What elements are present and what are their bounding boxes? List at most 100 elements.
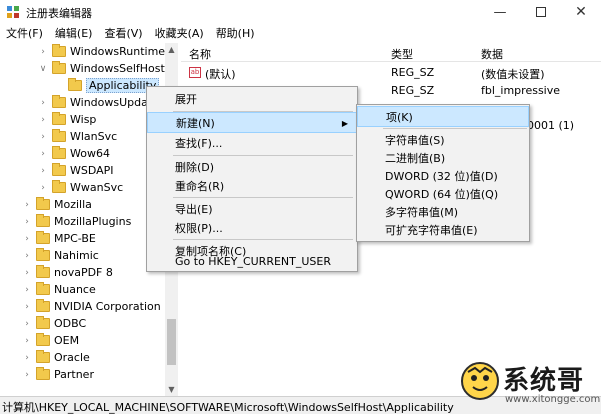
folder-icon (36, 350, 50, 363)
menu-file[interactable]: 文件(F) (0, 24, 49, 43)
tree-item[interactable]: ∨ WindowsSelfHost (0, 61, 177, 78)
tree-item-label: NVIDIA Corporation (54, 300, 161, 313)
tree-item-label: novaPDF 8 (54, 266, 113, 279)
folder-icon (36, 214, 50, 227)
expand-right-icon[interactable]: › (38, 98, 48, 108)
folder-icon (52, 180, 66, 193)
tree-item-label: ODBC (54, 317, 87, 330)
expand-right-icon[interactable]: › (22, 285, 32, 295)
new-submenu: 项(K) 字符串值(S) 二进制值(B) DWORD (32 位)值(D) QW… (356, 104, 530, 242)
close-button[interactable]: ✕ (561, 0, 601, 24)
value-data: 0001 (1) (527, 119, 575, 132)
expand-right-icon[interactable]: › (22, 200, 32, 210)
menu-separator (383, 128, 527, 129)
expand-right-icon[interactable]: › (22, 268, 32, 278)
ctx-rename[interactable]: 重命名(R) (147, 176, 357, 197)
ctx-new[interactable]: 新建(N) ▶ (147, 112, 357, 133)
expand-right-icon[interactable]: › (22, 251, 32, 261)
ctx-goto-hkcu[interactable]: Go to HKEY_CURRENT_USER (147, 252, 357, 272)
folder-icon (52, 146, 66, 159)
value-data: fbl_impressive (481, 84, 561, 97)
expand-right-icon[interactable]: › (38, 149, 48, 159)
tree-item[interactable]: › NVIDIA Corporation (0, 299, 177, 316)
expand-right-icon[interactable]: › (38, 183, 48, 193)
menu-edit[interactable]: 编辑(E) (49, 24, 99, 43)
scroll-thumb[interactable] (167, 319, 176, 365)
folder-icon (52, 95, 66, 108)
folder-icon (52, 61, 66, 74)
folder-icon (52, 44, 66, 57)
close-icon: ✕ (575, 4, 587, 20)
context-menu: 展开 新建(N) ▶ 查找(F)... 删除(D) 重命名(R) 导出(E) 权限… (146, 86, 358, 272)
expand-right-icon[interactable]: › (38, 115, 48, 125)
tree-item-label: WindowsRuntime (70, 45, 166, 58)
expand-down-icon[interactable]: ∨ (38, 64, 48, 74)
list-header: 名称 类型 数据 (181, 43, 601, 62)
column-header-type[interactable]: 类型 (391, 46, 413, 62)
tree-item-label: Wisp (70, 113, 97, 126)
expand-right-icon[interactable]: › (22, 217, 32, 227)
new-expandable-string-value[interactable]: 可扩充字符串值(E) (357, 220, 529, 241)
tree-item[interactable]: › WindowsRuntime (0, 44, 177, 61)
column-header-data[interactable]: 数据 (481, 46, 503, 62)
expand-right-icon[interactable]: › (38, 166, 48, 176)
value-data: (数值未设置) (481, 68, 545, 81)
tree-item[interactable]: › Partner (0, 367, 177, 384)
tree-item[interactable]: › ODBC (0, 316, 177, 333)
ctx-permissions[interactable]: 权限(P)... (147, 218, 357, 239)
expand-right-icon[interactable]: › (22, 336, 32, 346)
menu-favorites[interactable]: 收藏夹(A) (149, 24, 210, 43)
expand-right-icon[interactable]: › (22, 302, 32, 312)
minimize-icon: — (493, 4, 507, 20)
scroll-down-arrow-icon[interactable]: ▼ (165, 383, 178, 396)
folder-icon (36, 248, 50, 261)
folder-icon (36, 316, 50, 329)
tree-item-label: Mozilla (54, 198, 92, 211)
tree-item-label: MPC-BE (54, 232, 96, 245)
tree-item[interactable]: › Nuance (0, 282, 177, 299)
ctx-expand[interactable]: 展开 (147, 89, 357, 110)
expand-right-icon[interactable]: › (22, 319, 32, 329)
tree-item[interactable]: › Oracle (0, 350, 177, 367)
tree-item-label: OEM (54, 334, 80, 347)
ctx-delete[interactable]: 删除(D) (147, 157, 357, 178)
value-name: (默认) (205, 68, 236, 81)
regedit-app-icon (6, 5, 20, 19)
expand-right-icon[interactable]: › (22, 234, 32, 244)
folder-icon (36, 367, 50, 380)
folder-icon (36, 231, 50, 244)
column-header-name[interactable]: 名称 (189, 46, 211, 62)
list-row[interactable]: ab (默认) REG_SZ (数值未设置) (181, 64, 601, 82)
tree-item-label: WindowsUpdat (70, 96, 153, 109)
expand-right-icon[interactable]: › (22, 370, 32, 380)
scroll-up-arrow-icon[interactable]: ▲ (165, 43, 178, 56)
menu-separator (173, 155, 353, 156)
expand-right-icon[interactable]: › (22, 353, 32, 363)
tree-item-label: Wow64 (70, 147, 110, 160)
folder-icon (52, 163, 66, 176)
tree-item-label: MozillaPlugins (54, 215, 132, 228)
ctx-find[interactable]: 查找(F)... (147, 133, 357, 154)
tree-item-label: WSDAPI (70, 164, 114, 177)
new-key[interactable]: 项(K) (357, 106, 529, 127)
ctx-export[interactable]: 导出(E) (147, 199, 357, 220)
expand-right-icon[interactable]: › (38, 132, 48, 142)
folder-icon (52, 112, 66, 125)
tree-item-label: WindowsSelfHost (70, 62, 165, 75)
maximize-icon (536, 7, 546, 17)
maximize-button[interactable] (521, 0, 561, 24)
tree-item-label: Nahimic (54, 249, 99, 262)
menu-help[interactable]: 帮助(H) (210, 24, 261, 43)
menu-bar: 文件(F) 编辑(E) 查看(V) 收藏夹(A) 帮助(H) (0, 24, 601, 43)
menu-view[interactable]: 查看(V) (98, 24, 148, 43)
current-key-path: 计算机\HKEY_LOCAL_MACHINE\SOFTWARE\Microsof… (2, 401, 454, 414)
tree-item-label: WwanSvc (70, 181, 124, 194)
menu-separator (173, 239, 353, 240)
tree-item-label: Oracle (54, 351, 90, 364)
minimize-button[interactable]: — (480, 0, 520, 24)
watermark-logo: 系统哥 www.xitongge.com (461, 360, 601, 414)
window-title: 注册表编辑器 (26, 7, 92, 20)
folder-icon (36, 282, 50, 295)
expand-right-icon[interactable]: › (38, 47, 48, 57)
tree-item[interactable]: › OEM (0, 333, 177, 350)
